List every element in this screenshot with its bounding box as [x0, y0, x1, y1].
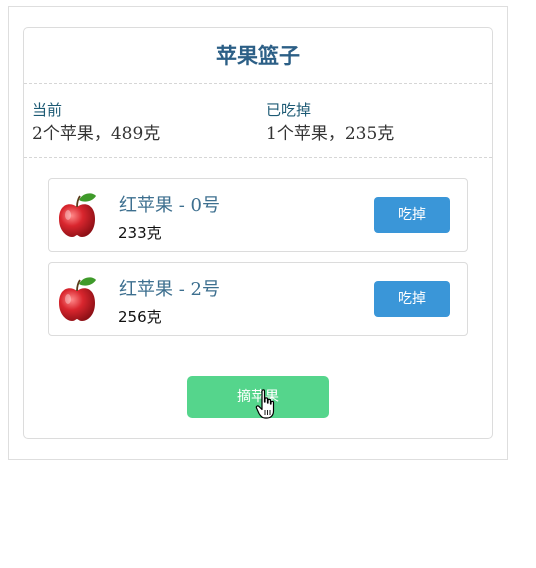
apple-icon	[59, 277, 96, 321]
apple-item: 红苹果 - 0号 233克 吃掉	[48, 178, 468, 252]
basket-stats: 当前 2个苹果，489克 已吃掉 1个苹果，235克	[24, 84, 492, 158]
hand-cursor-icon	[255, 389, 275, 419]
apple-basket-panel: 苹果篮子 当前 2个苹果，489克 已吃掉 1个苹果，235克 红苹果 - 0号…	[23, 27, 493, 439]
apple-icon	[59, 193, 96, 237]
apple-list: 红苹果 - 0号 233克 吃掉 红苹果 - 2号 256克 吃掉	[48, 178, 468, 346]
current-value: 2个苹果，489克	[32, 124, 161, 144]
apple-name: 红苹果 - 2号	[119, 279, 220, 300]
eat-button[interactable]: 吃掉	[374, 197, 450, 233]
eaten-value: 1个苹果，235克	[266, 124, 395, 144]
current-label: 当前	[32, 101, 63, 119]
apple-weight: 233克	[118, 224, 162, 242]
basket-title: 苹果篮子	[24, 28, 492, 84]
current-stat: 当前 2个苹果，489克	[32, 100, 252, 146]
apple-name: 红苹果 - 0号	[119, 195, 220, 216]
eaten-label: 已吃掉	[266, 101, 312, 119]
apple-weight: 256克	[118, 308, 162, 326]
eaten-stat: 已吃掉 1个苹果，235克	[266, 100, 486, 146]
eat-button[interactable]: 吃掉	[374, 281, 450, 317]
apple-item: 红苹果 - 2号 256克 吃掉	[48, 262, 468, 336]
